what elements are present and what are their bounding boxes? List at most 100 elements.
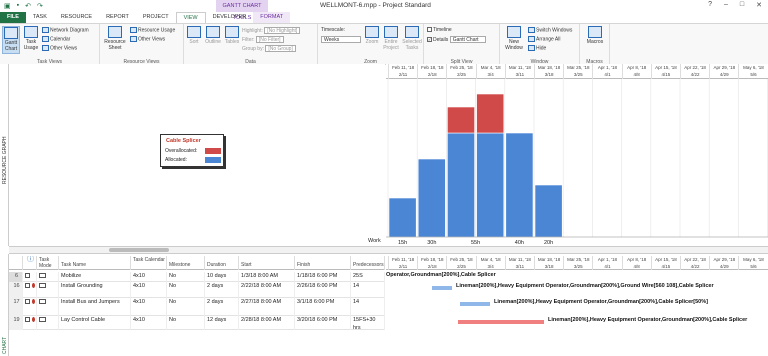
entire-project-button[interactable]: Entire Project: [382, 26, 400, 51]
outline-button[interactable]: Outline: [204, 26, 222, 45]
resource-sheet-button[interactable]: Resource Sheet: [104, 26, 126, 51]
indicators-cell[interactable]: [23, 316, 37, 330]
tab-task[interactable]: TASK: [26, 12, 54, 23]
start-cell[interactable]: 2/28/18 8:00 AM: [239, 316, 295, 330]
duration-cell[interactable]: 10 days: [205, 272, 239, 282]
highlight-control[interactable]: Highlight: [No Highlight]: [242, 27, 301, 34]
duration-cell[interactable]: 2 days: [205, 298, 239, 316]
milestone-cell[interactable]: No: [167, 272, 205, 282]
redo-icon[interactable]: ↷: [37, 2, 43, 10]
calendar-button[interactable]: Calendar: [42, 36, 70, 42]
task-mode-cell[interactable]: [37, 316, 59, 330]
timescale-dropdown[interactable]: Weeks: [321, 36, 361, 43]
minimize-icon[interactable]: –: [724, 1, 728, 9]
task-calendar-cell[interactable]: 4x10: [131, 298, 167, 316]
task-name-cell[interactable]: Lay Control Cable: [59, 316, 131, 330]
finish-cell[interactable]: 2/26/18 6:00 PM: [295, 282, 351, 298]
header-start[interactable]: Start: [239, 256, 295, 270]
hide-button[interactable]: Hide: [528, 45, 546, 51]
other-views-button[interactable]: Other Views: [42, 45, 77, 51]
predecessors-cell[interactable]: 14: [351, 282, 385, 298]
start-cell[interactable]: 1/3/18 8:00 AM: [239, 272, 295, 282]
tab-developer[interactable]: DEVELOPER: [206, 12, 254, 23]
undo-icon[interactable]: ↶: [25, 2, 31, 10]
predecessors-cell[interactable]: 14: [351, 298, 385, 316]
timeline-checkbox[interactable]: Timeline: [427, 27, 452, 33]
predecessors-cell[interactable]: 15FS+30 hrs: [351, 316, 385, 330]
finish-cell[interactable]: 3/1/18 6:00 PM: [295, 298, 351, 316]
help-icon[interactable]: ?: [708, 1, 712, 9]
finish-cell[interactable]: 3/20/18 6:00 PM: [295, 316, 351, 330]
header-task-mode[interactable]: Task Mode: [37, 256, 59, 270]
selected-tasks-button[interactable]: Selected Tasks: [402, 26, 422, 51]
table-row[interactable]: 16 Install Grounding 4x10 No 2 days 2/22/18 8…: [9, 282, 385, 298]
finish-cell[interactable]: 1/18/18 6:00 PM: [295, 272, 351, 282]
task-name-cell[interactable]: Install Grounding: [59, 282, 131, 298]
duration-cell[interactable]: 12 days: [205, 316, 239, 330]
resource-usage-button[interactable]: Resource Usage: [130, 27, 175, 33]
tab-resource[interactable]: RESOURCE: [54, 12, 99, 23]
milestone-cell[interactable]: No: [167, 298, 205, 316]
duration-cell[interactable]: 2 days: [205, 282, 239, 298]
filter-dropdown[interactable]: [No Filter]: [255, 36, 284, 43]
table-row[interactable]: 19 Lay Control Cable 4x10 No 12 days 2/28/18 …: [9, 316, 385, 330]
header-task-name[interactable]: Task Name: [59, 256, 131, 270]
row-id[interactable]: 16: [9, 282, 23, 298]
header-row-number[interactable]: [9, 256, 23, 270]
start-cell[interactable]: 2/27/18 8:00 AM: [239, 298, 295, 316]
timescale-control[interactable]: Weeks: [321, 36, 361, 43]
indicators-cell[interactable]: [23, 298, 37, 316]
task-usage-button[interactable]: Task Usage: [22, 26, 40, 51]
new-window-button[interactable]: New Window: [503, 26, 525, 51]
header-duration[interactable]: Duration: [205, 256, 239, 270]
gantt-chart-button[interactable]: Gantt Chart: [2, 26, 20, 54]
indicators-cell[interactable]: [23, 272, 37, 282]
indicators-cell[interactable]: [23, 282, 37, 298]
task-calendar-cell[interactable]: 4x10: [131, 272, 167, 282]
details-checkbox[interactable]: ✓ Details Gantt Chart: [427, 36, 486, 43]
milestone-cell[interactable]: No: [167, 316, 205, 330]
details-dropdown[interactable]: Gantt Chart: [449, 36, 486, 43]
save-icon[interactable]: ▪: [17, 2, 19, 10]
task-mode-cell[interactable]: [37, 282, 59, 298]
macros-button[interactable]: Macros: [584, 26, 606, 45]
tab-view[interactable]: VIEW: [175, 12, 206, 23]
milestone-cell[interactable]: No: [167, 282, 205, 298]
table-row[interactable]: 6 Mobilize 4x10 No 10 days 1/3/18 8:00 AM 1/18…: [9, 272, 385, 282]
task-calendar-cell[interactable]: 4x10: [131, 316, 167, 330]
zoom-button[interactable]: Zoom: [364, 26, 380, 45]
arrange-all-button[interactable]: Arrange All: [528, 36, 560, 42]
tab-project[interactable]: PROJECT: [136, 12, 176, 23]
task-mode-cell[interactable]: [37, 298, 59, 316]
tables-button[interactable]: Tables: [224, 26, 240, 45]
highlight-dropdown[interactable]: [No Highlight]: [264, 27, 301, 34]
row-id[interactable]: 19: [9, 316, 23, 330]
header-milestone[interactable]: Milestone: [167, 256, 205, 270]
task-calendar-cell[interactable]: 4x10: [131, 282, 167, 298]
header-task-calendar[interactable]: Task Calendar: [131, 256, 167, 270]
gantt-task-bar[interactable]: [458, 320, 544, 324]
tab-report[interactable]: REPORT: [99, 12, 136, 23]
tab-format[interactable]: FORMAT: [253, 12, 291, 23]
horizontal-scrollbar[interactable]: [9, 246, 768, 254]
filter-control[interactable]: Filter: [No Filter]: [242, 36, 284, 43]
start-cell[interactable]: 2/22/18 8:00 AM: [239, 282, 295, 298]
header-finish[interactable]: Finish: [295, 256, 351, 270]
header-indicators[interactable]: ⓘ: [23, 256, 37, 270]
gantt-task-bar[interactable]: [432, 286, 452, 290]
close-icon[interactable]: ✕: [756, 1, 762, 9]
group-by-control[interactable]: Group by: [No Group]: [242, 45, 296, 52]
header-predecessors[interactable]: Predecessors: [351, 256, 385, 270]
maximize-icon[interactable]: □: [740, 1, 744, 9]
row-id[interactable]: 17: [9, 298, 23, 316]
tab-file[interactable]: FILE: [0, 12, 26, 23]
task-name-cell[interactable]: Mobilize: [59, 272, 131, 282]
task-mode-cell[interactable]: [37, 272, 59, 282]
group-by-dropdown[interactable]: [No Group]: [265, 45, 296, 52]
table-row[interactable]: 17 Install Bus and Jumpers 4x10 No 2 days 2/2…: [9, 298, 385, 316]
sort-button[interactable]: Sort: [186, 26, 202, 45]
row-id[interactable]: 6: [9, 272, 23, 282]
task-name-cell[interactable]: Install Bus and Jumpers: [59, 298, 131, 316]
switch-windows-button[interactable]: Switch Windows: [528, 27, 572, 33]
resource-other-views-button[interactable]: Other Views: [130, 36, 165, 42]
